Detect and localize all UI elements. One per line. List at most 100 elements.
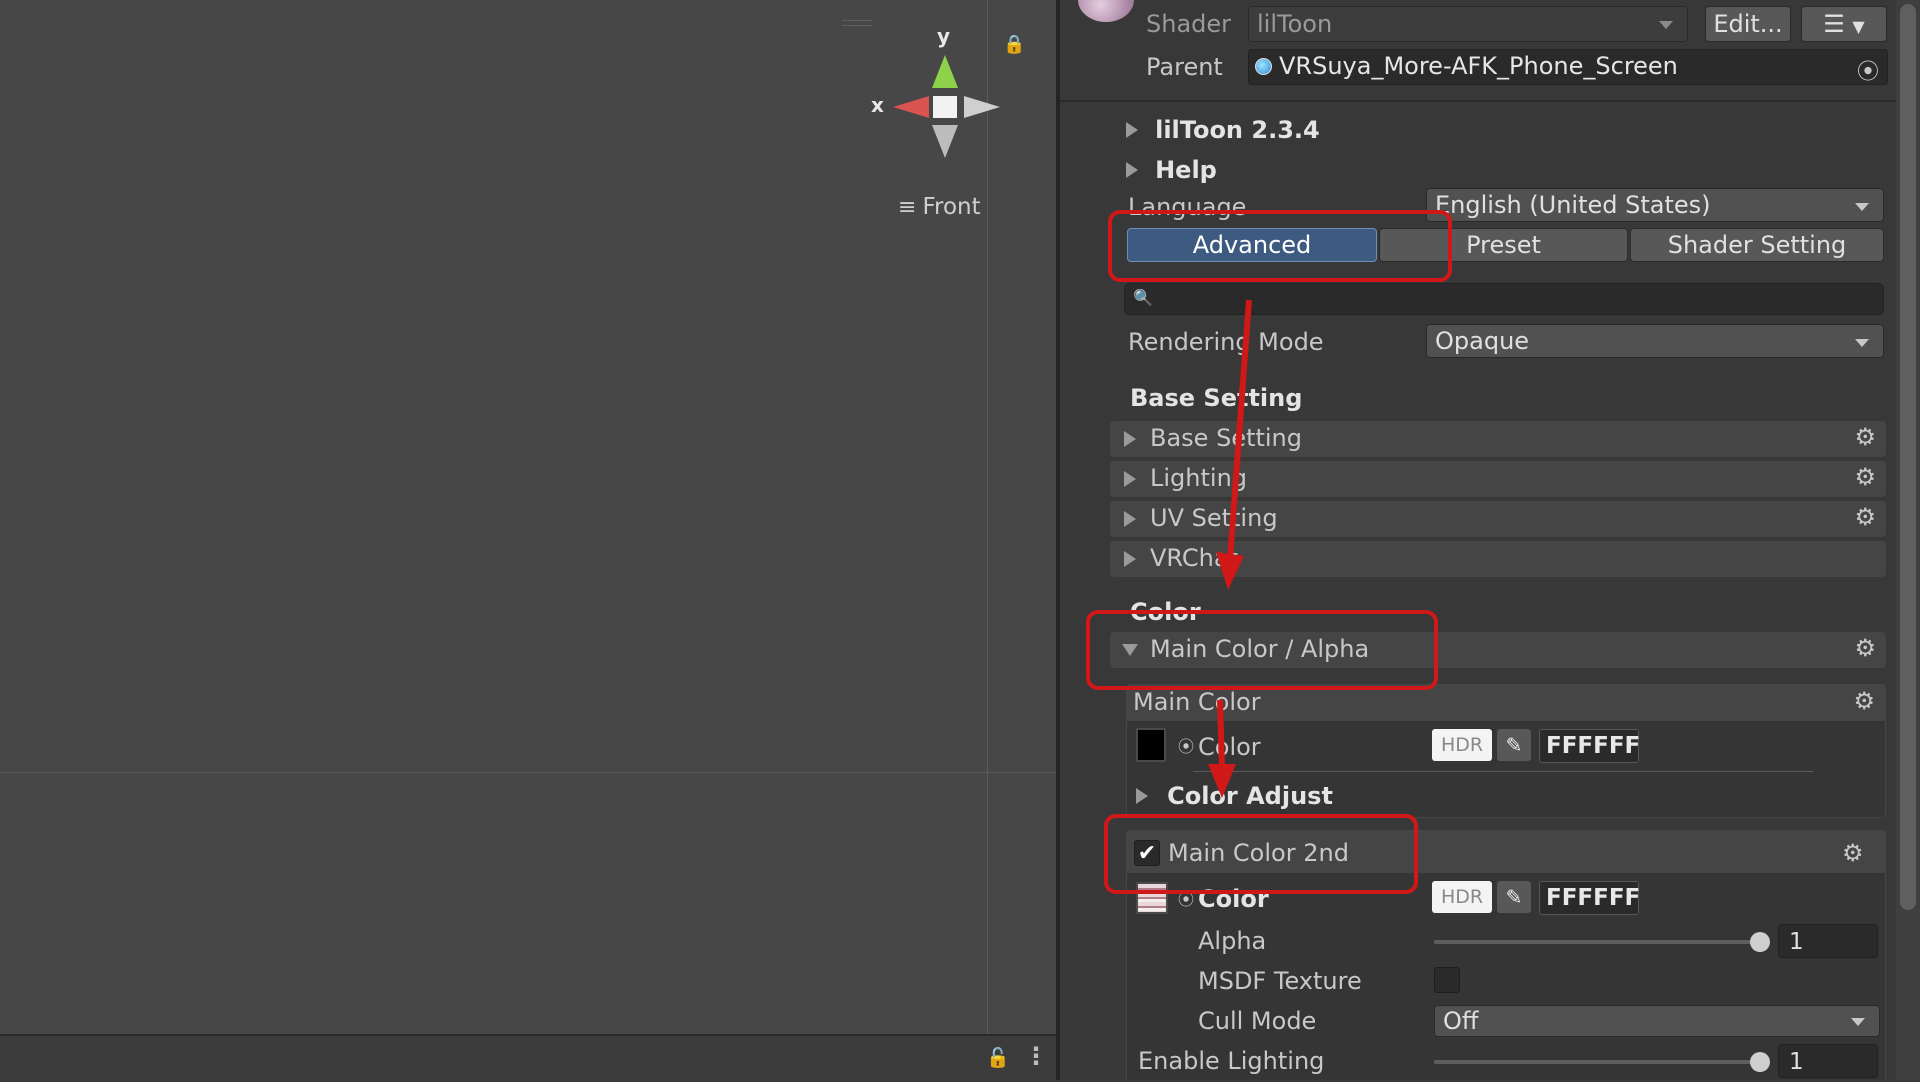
object-picker-icon[interactable]: ⦿ xyxy=(1857,54,1879,86)
foldout-label: Lighting xyxy=(1150,464,1248,492)
eyedropper-icon[interactable]: ✎ xyxy=(1497,729,1531,761)
main-color-2nd-label: Main Color 2nd xyxy=(1168,839,1349,867)
chevron-down-icon xyxy=(1855,203,1869,211)
shader-dropdown[interactable]: lilToon xyxy=(1248,6,1688,42)
slider-track xyxy=(1434,940,1770,944)
gizmo-y-label: y xyxy=(937,24,951,48)
parent-value: VRSuya_More-AFK_Phone_Screen xyxy=(1279,52,1678,80)
alpha-value-field[interactable]: 1 xyxy=(1778,924,1878,958)
hdr-color-field[interactable]: HDR xyxy=(1432,881,1492,913)
chevron-right-icon xyxy=(1136,788,1148,804)
gizmo-axes-icon[interactable] xyxy=(885,50,1005,165)
msdf-texture-label: MSDF Texture xyxy=(1198,967,1362,995)
enable-lighting-slider[interactable] xyxy=(1434,1052,1770,1072)
slider-track xyxy=(1434,1060,1770,1064)
tab-preset[interactable]: Preset xyxy=(1379,228,1628,262)
msdf-texture-checkbox[interactable] xyxy=(1434,967,1460,993)
color-header: Color xyxy=(1130,598,1201,626)
eyedropper-icon[interactable]: ✎ xyxy=(1497,881,1531,913)
parent-label: Parent xyxy=(1146,53,1223,81)
tab-advanced[interactable]: Advanced xyxy=(1127,228,1377,262)
material-preview-avatar xyxy=(1078,0,1134,22)
main-color-2nd-checkbox[interactable]: ✔ xyxy=(1134,840,1160,866)
enable-lighting-value-field[interactable]: 1 xyxy=(1778,1044,1878,1078)
parent-object-field[interactable]: VRSuya_More-AFK_Phone_Screen ⦿ xyxy=(1248,49,1888,85)
foldout-label: VRChat xyxy=(1150,544,1238,572)
second-texture-swatch[interactable] xyxy=(1136,882,1168,914)
language-value: English (United States) xyxy=(1435,191,1711,219)
tab-drag-handle-icon[interactable] xyxy=(842,20,872,26)
cull-mode-dropdown[interactable]: Off xyxy=(1434,1005,1880,1037)
help-label: Help xyxy=(1155,156,1217,184)
chevron-right-icon xyxy=(1126,162,1138,178)
gear-icon[interactable]: ⚙ xyxy=(1854,463,1876,491)
more-vertical-icon[interactable]: ⋮ xyxy=(1024,1042,1048,1070)
list-icon: ☰ xyxy=(1823,10,1845,38)
foldout-label: Main Color / Alpha xyxy=(1150,635,1370,663)
chevron-down-icon xyxy=(1659,21,1673,29)
base-setting-header: Base Setting xyxy=(1130,384,1303,412)
foldout-main-color-alpha[interactable]: Main Color / Alpha ⚙ xyxy=(1110,632,1886,668)
material-sphere-icon xyxy=(1255,58,1272,75)
rendering-mode-dropdown[interactable]: Opaque xyxy=(1426,324,1884,358)
help-foldout[interactable]: Help xyxy=(1126,156,1217,184)
main-color-title: Main Color xyxy=(1133,688,1261,716)
main-color-2nd-color-label: Color xyxy=(1198,885,1269,913)
chevron-down-icon xyxy=(1851,1018,1865,1026)
hamburger-icon: ≡ xyxy=(898,195,917,220)
scene-view[interactable]: y x 🔒 ≡ Front xyxy=(0,0,1056,1034)
main-color-2nd-hex-field[interactable]: FFFFFF xyxy=(1539,881,1640,915)
gear-icon[interactable]: ⚙ xyxy=(1853,687,1875,715)
rendering-mode-value: Opaque xyxy=(1435,327,1530,355)
shader-options-button[interactable]: ☰ ▼ xyxy=(1801,6,1887,42)
alpha-slider[interactable] xyxy=(1434,932,1770,952)
main-color-hex-field[interactable]: FFFFFF xyxy=(1539,729,1640,763)
chevron-down-icon: ▼ xyxy=(1852,17,1865,36)
search-input[interactable]: 🔍 xyxy=(1124,283,1884,315)
gear-icon[interactable]: ⚙ xyxy=(1842,839,1864,867)
foldout-label: Base Setting xyxy=(1150,424,1303,452)
version-label: lilToon 2.3.4 xyxy=(1155,116,1320,144)
chevron-right-icon xyxy=(1124,431,1136,447)
main-texture-swatch[interactable] xyxy=(1136,728,1166,762)
gizmo-x-label: x xyxy=(871,93,884,117)
version-foldout[interactable]: lilToon 2.3.4 xyxy=(1126,116,1320,144)
chevron-right-icon xyxy=(1124,511,1136,527)
foldout-label: UV Setting xyxy=(1150,504,1278,532)
object-picker-icon[interactable]: ⦿ xyxy=(1178,733,1194,757)
color-adjust-foldout[interactable]: Color Adjust xyxy=(1136,782,1333,810)
chevron-down-icon xyxy=(1855,339,1869,347)
chevron-right-icon xyxy=(1124,551,1136,567)
inspector-panel: Shader lilToon Edit... ☰ ▼ Parent VRSuya… xyxy=(1060,0,1920,1080)
cull-mode-value: Off xyxy=(1443,1007,1479,1035)
object-picker-icon[interactable]: ⦿ xyxy=(1178,886,1194,910)
unlock-icon[interactable]: 🔓 xyxy=(986,1046,1010,1069)
gear-icon[interactable]: ⚙ xyxy=(1854,503,1876,531)
alpha-label: Alpha xyxy=(1198,927,1267,955)
scrollbar-thumb[interactable] xyxy=(1900,4,1916,910)
shader-edit-button[interactable]: Edit... xyxy=(1705,6,1791,42)
foldout-vrchat[interactable]: VRChat xyxy=(1110,541,1886,577)
search-icon: 🔍 xyxy=(1133,288,1153,307)
view-mode-label[interactable]: ≡ Front xyxy=(898,194,981,220)
language-dropdown[interactable]: English (United States) xyxy=(1426,188,1884,222)
slider-thumb[interactable] xyxy=(1750,932,1770,952)
slider-thumb[interactable] xyxy=(1750,1052,1770,1072)
foldout-lighting[interactable]: Lighting ⚙ xyxy=(1110,461,1886,497)
gear-icon[interactable]: ⚙ xyxy=(1854,634,1876,662)
gear-icon[interactable]: ⚙ xyxy=(1854,423,1876,451)
main-color-separator xyxy=(1193,771,1813,772)
foldout-uv-setting[interactable]: UV Setting ⚙ xyxy=(1110,501,1886,537)
cull-mode-label: Cull Mode xyxy=(1198,1007,1317,1035)
foldout-base-setting[interactable]: Base Setting ⚙ xyxy=(1110,421,1886,457)
hdr-color-field[interactable]: HDR xyxy=(1432,729,1492,761)
enable-lighting-label: Enable Lighting xyxy=(1138,1047,1325,1075)
chevron-right-icon xyxy=(1126,122,1138,138)
inspector-scrollbar[interactable] xyxy=(1896,0,1920,1080)
tab-shader-setting[interactable]: Shader Setting xyxy=(1630,228,1884,262)
main-color-color-label: Color xyxy=(1198,733,1261,761)
lock-icon[interactable]: 🔒 xyxy=(1003,34,1025,55)
header-divider xyxy=(1060,100,1920,102)
scene-grid-horizontal-line xyxy=(0,772,1056,773)
scene-footer: 🔓 ⋮ xyxy=(0,1034,1056,1082)
